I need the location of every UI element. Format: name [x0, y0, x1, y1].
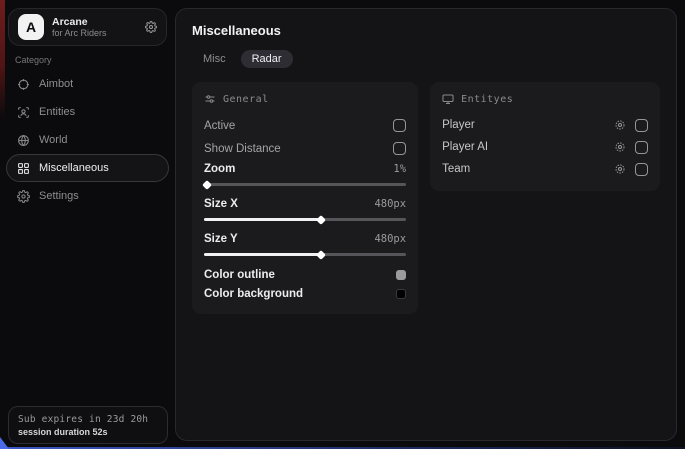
size-y-label: Size Y — [204, 233, 238, 245]
app-name: Arcane — [52, 16, 137, 28]
size-x-slider[interactable] — [204, 218, 406, 221]
size-x-label: Size X — [204, 198, 238, 210]
zoom-slider-thumb[interactable] — [202, 180, 212, 190]
size-x-value: 480px — [374, 198, 406, 210]
grid-icon — [17, 162, 30, 175]
zoom-value: 1% — [393, 163, 406, 175]
size-x-row: Size X 480px — [204, 195, 406, 213]
tab-radar[interactable]: Radar — [241, 50, 293, 68]
gear-icon[interactable] — [614, 163, 626, 175]
entity-checkbox[interactable] — [635, 141, 648, 154]
session-duration-text: session duration 52s — [18, 427, 158, 437]
entity-checkbox[interactable] — [635, 119, 648, 132]
active-checkbox[interactable] — [393, 119, 406, 132]
color-outline-label: Color outline — [204, 269, 275, 281]
gear-icon — [17, 190, 30, 203]
sidebar-item-entities[interactable]: Entities — [6, 98, 169, 126]
subscription-card: Sub expires in 23d 20h session duration … — [8, 406, 168, 444]
active-label: Active — [204, 120, 235, 132]
entity-label: Player AI — [442, 141, 614, 153]
sidebar-item-miscellaneous[interactable]: Miscellaneous — [6, 154, 169, 182]
size-x-slider-thumb[interactable] — [316, 215, 326, 225]
sidebar-nav: Aimbot Entities World Miscellaneous Sett… — [6, 70, 169, 210]
entity-row-player-ai: Player AI — [442, 136, 648, 158]
page-title: Miscellaneous — [192, 23, 660, 38]
size-y-value: 480px — [374, 233, 406, 245]
entity-checkbox[interactable] — [635, 163, 648, 176]
color-outline-row: Color outline — [204, 265, 406, 284]
globe-icon — [17, 134, 30, 147]
entities-panel: Entityes Player Player AI Team — [430, 82, 660, 191]
monitor-icon — [442, 93, 454, 105]
sidebar-item-world[interactable]: World — [6, 126, 169, 154]
gear-icon[interactable] — [614, 141, 626, 153]
color-background-label: Color background — [204, 288, 303, 300]
entity-label: Player — [442, 119, 614, 131]
sidebar: A Arcane for Arc Riders Category Aimbot … — [0, 0, 175, 449]
main-panel: Miscellaneous Misc Radar General Active … — [175, 8, 677, 441]
color-outline-swatch[interactable] — [396, 270, 406, 280]
general-panel-title: General — [223, 94, 269, 105]
gear-icon[interactable] — [614, 119, 626, 131]
tab-misc[interactable]: Misc — [192, 50, 237, 68]
category-label: Category — [15, 55, 52, 65]
app-logo-avatar: A — [18, 14, 44, 40]
zoom-slider[interactable] — [204, 183, 406, 186]
zoom-row: Zoom 1% — [204, 160, 406, 178]
entities-panel-title: Entityes — [461, 94, 513, 105]
entity-row-team: Team — [442, 158, 648, 180]
sidebar-item-settings[interactable]: Settings — [6, 182, 169, 210]
size-y-slider[interactable] — [204, 253, 406, 256]
crosshair-icon — [17, 78, 30, 91]
sidebar-item-label: Entities — [39, 106, 75, 118]
show-distance-row: Show Distance — [204, 137, 406, 160]
entity-label: Team — [442, 163, 614, 175]
sliders-icon — [204, 93, 216, 105]
size-y-slider-thumb[interactable] — [316, 250, 326, 260]
app-subtitle: for Arc Riders — [52, 28, 137, 38]
logo-card: A Arcane for Arc Riders — [8, 8, 167, 46]
sidebar-item-aimbot[interactable]: Aimbot — [6, 70, 169, 98]
show-distance-checkbox[interactable] — [393, 142, 406, 155]
size-y-row: Size Y 480px — [204, 230, 406, 248]
general-panel: General Active Show Distance Zoom 1% Siz… — [192, 82, 418, 314]
color-background-swatch[interactable] — [396, 289, 406, 299]
entity-row-player: Player — [442, 114, 648, 136]
scan-person-icon — [17, 106, 30, 119]
show-distance-label: Show Distance — [204, 143, 281, 155]
active-row: Active — [204, 114, 406, 137]
sidebar-item-label: Miscellaneous — [39, 162, 109, 174]
sidebar-item-label: Aimbot — [39, 78, 73, 90]
mouse-cursor — [0, 437, 9, 449]
sidebar-item-label: World — [39, 134, 68, 146]
sidebar-item-label: Settings — [39, 190, 79, 202]
sub-expiry-text: Sub expires in 23d 20h — [18, 414, 158, 425]
color-background-row: Color background — [204, 284, 406, 303]
gear-icon[interactable] — [145, 21, 157, 33]
tab-bar: Misc Radar — [192, 50, 660, 68]
zoom-label: Zoom — [204, 163, 235, 175]
